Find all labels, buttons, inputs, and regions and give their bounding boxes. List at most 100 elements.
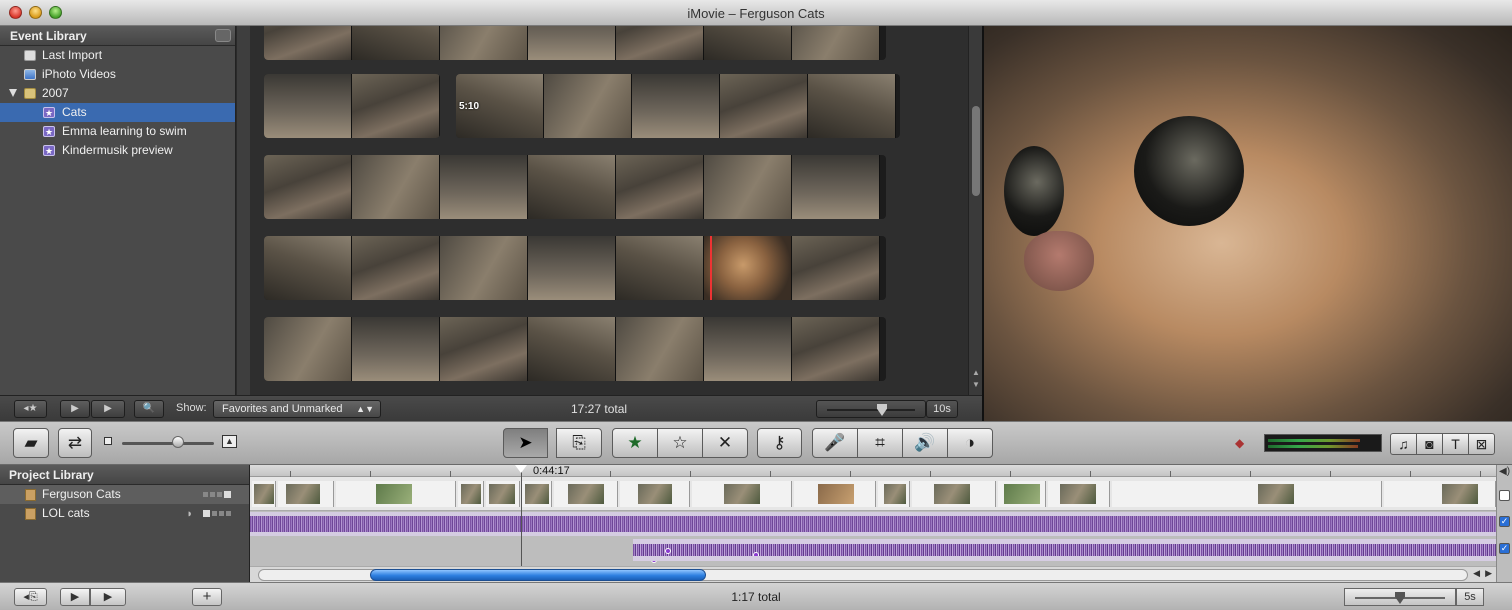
timeline-clip[interactable] <box>458 481 484 507</box>
scroll-left-icon[interactable]: ◀ <box>1473 568 1480 579</box>
clip-thumbnail <box>1004 484 1040 504</box>
event-item-label: Cats <box>62 105 87 119</box>
music-icon[interactable]: ♫ <box>1390 433 1417 455</box>
camera-photo-icon[interactable]: ◙ <box>1416 433 1443 455</box>
camera-import-icon[interactable]: ▰ <box>13 428 49 458</box>
scroll-up-icon[interactable]: ▲ <box>972 368 980 377</box>
timeline-clip[interactable] <box>1384 481 1496 507</box>
timeline-clip[interactable] <box>486 481 520 507</box>
slider-knob[interactable] <box>877 404 887 416</box>
swap-events-projects-icon[interactable]: ⇄ <box>58 428 92 458</box>
scroll-down-icon[interactable]: ▼ <box>972 380 980 389</box>
video-track-checkbox[interactable] <box>1499 490 1510 501</box>
eject-icon[interactable] <box>215 29 231 42</box>
clip-thumbnail <box>934 484 970 504</box>
music-track-checkbox[interactable]: ✓ <box>1499 543 1510 554</box>
thumbnail-size-slider[interactable] <box>122 442 214 445</box>
clip-frame <box>440 317 528 381</box>
event-library-divider[interactable] <box>236 26 250 395</box>
reject-icon[interactable]: ✕ <box>702 428 748 458</box>
clip-frame <box>264 26 352 60</box>
audio-skimming-icon[interactable]: ◆ <box>1235 436 1257 450</box>
timeline-zoom-slider[interactable] <box>1344 588 1456 606</box>
play-icon[interactable]: ▶ <box>91 400 125 418</box>
event-item-kindermusik-preview[interactable]: ★ Kindermusik preview <box>0 141 235 160</box>
timeline-clip[interactable] <box>878 481 910 507</box>
clip-filmstrip[interactable]: 5:10 <box>456 74 900 138</box>
scroll-right-icon[interactable]: ▶ <box>1485 568 1492 579</box>
clip-filmstrip[interactable] <box>264 155 886 219</box>
clip-frame <box>352 317 440 381</box>
scrollbar-thumb[interactable] <box>972 106 980 196</box>
timeline-clip[interactable] <box>692 481 792 507</box>
timeline-clip[interactable] <box>252 481 276 507</box>
event-item-cats[interactable]: ★ Cats <box>0 103 235 122</box>
timeline-clip[interactable] <box>1048 481 1110 507</box>
event-item-emma-learning-to-swim[interactable]: ★ Emma learning to swim <box>0 122 235 141</box>
event-browser-scrollbar[interactable]: ▲ ▼ <box>968 26 982 395</box>
clip-filmstrip[interactable] <box>264 236 886 300</box>
project-label: LOL cats <box>42 506 90 520</box>
clip-filmstrip[interactable] <box>264 74 440 138</box>
background-music-track[interactable] <box>633 539 1496 563</box>
timeline-clip[interactable] <box>278 481 334 507</box>
volume-keyframe[interactable] <box>753 552 759 558</box>
transitions-icon[interactable]: ⊠ <box>1468 433 1495 455</box>
clip-frame <box>544 74 632 138</box>
crop-icon[interactable]: ⌗ <box>857 428 903 458</box>
clip-thumbnail <box>489 484 515 504</box>
large-thumbnail-icon: ▲ <box>222 435 237 448</box>
event-item-label: Kindermusik preview <box>62 143 173 157</box>
timeline-scrollbar[interactable]: ◀ ▶ <box>250 566 1496 582</box>
arrow-tool-icon[interactable]: ➤ <box>503 428 548 458</box>
audio-waveform-track[interactable] <box>250 512 1496 536</box>
timeline-playhead[interactable] <box>521 465 522 570</box>
scrollbar-thumb[interactable] <box>370 569 706 581</box>
play-full-screen-icon[interactable]: ▶ <box>60 400 90 418</box>
thumbnail-size-knob[interactable] <box>172 436 184 448</box>
timeline-clip[interactable] <box>620 481 690 507</box>
volume-keyframe[interactable] <box>665 548 671 554</box>
volume-keyframe[interactable] <box>651 557 657 563</box>
video-track[interactable] <box>250 477 1496 511</box>
timeline-clip[interactable] <box>1112 481 1382 507</box>
timeline-clip[interactable] <box>336 481 456 507</box>
audio-adjust-icon[interactable]: 🔊 <box>902 428 948 458</box>
timeline-clip[interactable] <box>912 481 996 507</box>
project-item-ferguson-cats[interactable]: Ferguson Cats <box>0 485 249 504</box>
project-timeline[interactable]: 0:44:17 ◀ ▶ <box>250 465 1496 582</box>
add-to-project-icon[interactable]: ⎘ <box>556 428 602 458</box>
event-item-last-import[interactable]: Last Import <box>0 46 235 65</box>
unmark-icon[interactable]: ☆ <box>657 428 703 458</box>
viewer-preview <box>982 26 1512 421</box>
timeline-clip[interactable] <box>522 481 552 507</box>
clip-duration-badge: 5:10 <box>459 101 480 112</box>
show-events-list-button[interactable]: ◂★ <box>14 400 47 418</box>
project-size-indicator <box>203 491 231 498</box>
published-icon: ◗ <box>186 508 193 520</box>
titles-icon[interactable]: T <box>1442 433 1469 455</box>
playhead-handle-icon[interactable] <box>515 465 527 473</box>
project-icon <box>25 508 36 520</box>
project-item-lol-cats[interactable]: LOL cats ◗ <box>0 504 249 523</box>
event-item-iphoto-videos[interactable]: iPhoto Videos <box>0 65 235 84</box>
keyword-icon[interactable]: ⚷ <box>757 428 802 458</box>
browser-zoom-slider[interactable] <box>816 400 926 418</box>
timeline-clip[interactable] <box>794 481 876 507</box>
slider-knob[interactable] <box>1395 592 1405 604</box>
clip-frame <box>264 317 352 381</box>
show-filter-select[interactable]: Favorites and Unmarked ▲▼ <box>213 400 381 418</box>
volume-icon[interactable]: ◀) <box>1499 466 1510 477</box>
disclosure-triangle-icon[interactable] <box>9 89 17 97</box>
timeline-ruler[interactable] <box>250 465 1496 477</box>
video-adjust-icon[interactable]: ◑ <box>947 428 993 458</box>
clip-filmstrip[interactable] <box>264 317 886 381</box>
audio-track-checkbox[interactable]: ✓ <box>1499 516 1510 527</box>
magnifier-icon[interactable]: 🔍 <box>134 400 164 418</box>
microphone-icon[interactable]: 🎤 <box>812 428 858 458</box>
mark-favorite-icon[interactable]: ★ <box>612 428 658 458</box>
event-folder-2007[interactable]: 2007 <box>0 84 235 103</box>
timeline-clip[interactable] <box>554 481 618 507</box>
clip-filmstrip[interactable] <box>264 26 886 60</box>
timeline-clip[interactable] <box>998 481 1046 507</box>
